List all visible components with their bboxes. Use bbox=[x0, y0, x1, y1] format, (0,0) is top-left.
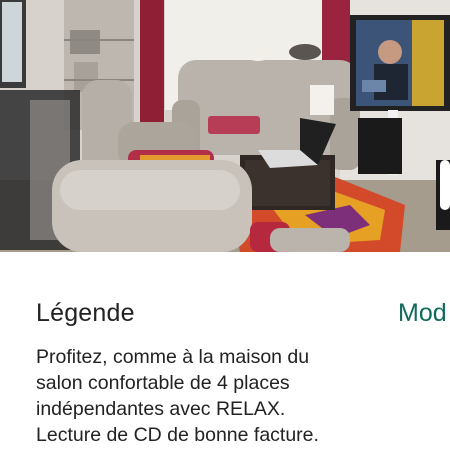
caption-panel: Légende Mod Profitez, comme à la maison … bbox=[0, 252, 450, 450]
caption-line: Profitez, comme à la maison du bbox=[36, 346, 310, 368]
caption-title: Légende bbox=[36, 299, 135, 327]
caption-line: Lecture de CD de bonne facture. bbox=[36, 424, 319, 446]
caption-text: Profitez, comme à la maison du salon con… bbox=[36, 344, 436, 448]
caption-line: salon confortable de 4 places bbox=[36, 372, 290, 394]
modify-link[interactable]: Mod bbox=[398, 299, 447, 328]
living-room-photo bbox=[0, 0, 450, 252]
caption-line: indépendantes avec RELAX. bbox=[36, 398, 286, 420]
